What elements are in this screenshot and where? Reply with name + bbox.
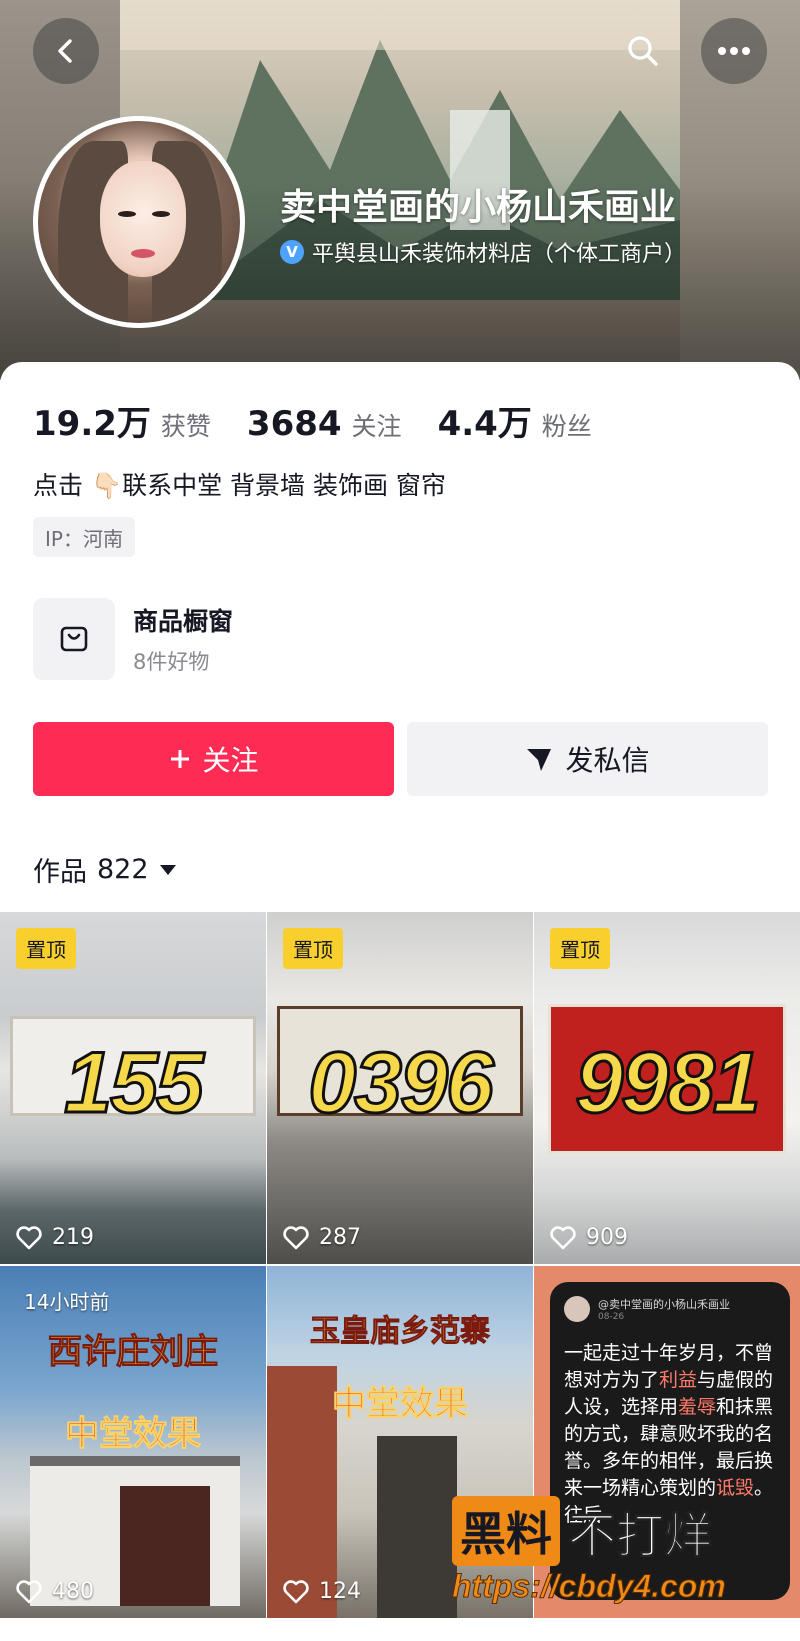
shop-title: 商品橱窗 bbox=[133, 607, 234, 636]
verified-row[interactable]: V 平舆县山禾装饰材料店（个体工商户） bbox=[280, 236, 686, 268]
tile-door bbox=[377, 1436, 457, 1618]
tile-likes: 909 bbox=[550, 1225, 628, 1250]
tile-likes: 287 bbox=[283, 1225, 361, 1250]
pinned-badge: 置顶 bbox=[283, 928, 343, 969]
more-dots-icon bbox=[718, 47, 750, 55]
heart-icon bbox=[550, 1225, 576, 1249]
likes-count-tile: 287 bbox=[319, 1225, 361, 1250]
likes-count-tile: 909 bbox=[586, 1225, 628, 1250]
tile-likes: 124 bbox=[283, 1579, 361, 1604]
video-tile[interactable]: 置顶 0396 287 bbox=[267, 912, 533, 1264]
note-meta: @卖中堂画的小杨山禾画业 08-26 bbox=[598, 1296, 730, 1322]
search-button[interactable] bbox=[610, 18, 676, 84]
tile-title-location: 西许庄刘庄 bbox=[48, 1332, 219, 1373]
profile-card: 19.2万 获赞 3684 关注 4.4万 粉丝 点击 👇🏻联系中堂 背景墙 装… bbox=[0, 362, 800, 922]
pinned-badge: 置顶 bbox=[16, 928, 76, 969]
video-tile[interactable]: 14小时前 西许庄刘庄 中堂效果 480 bbox=[0, 1266, 266, 1618]
video-tile[interactable]: 置顶 9981 909 bbox=[534, 912, 800, 1264]
note-author: @卖中堂画的小杨山禾画业 bbox=[598, 1298, 730, 1311]
tile-title-effect: 中堂效果 bbox=[332, 1384, 469, 1425]
caret-down-icon bbox=[159, 864, 176, 875]
verified-icon: V bbox=[280, 240, 304, 264]
note-date: 08-26 bbox=[598, 1312, 625, 1322]
avatar-eye-left bbox=[118, 211, 136, 217]
following-count[interactable]: 3684 bbox=[247, 404, 342, 444]
message-label: 发私信 bbox=[565, 744, 650, 777]
watermark-text: 不打烊 bbox=[567, 1508, 713, 1565]
tile-door bbox=[120, 1486, 210, 1606]
tile-likes: 219 bbox=[16, 1225, 94, 1250]
heart-icon bbox=[16, 1225, 42, 1249]
follow-label: 关注 bbox=[202, 744, 259, 777]
avatar-face bbox=[100, 161, 186, 277]
works-tab[interactable]: 作品 822 bbox=[33, 850, 177, 889]
video-tile[interactable]: 置顶 155 219 bbox=[0, 912, 266, 1264]
watermark-url: https://cbdy4.com bbox=[452, 1568, 727, 1605]
heart-icon bbox=[283, 1225, 309, 1249]
followers-count[interactable]: 4.4万 bbox=[438, 396, 532, 445]
plus-icon bbox=[171, 750, 190, 768]
ip-badge: IP：河南 bbox=[33, 517, 135, 557]
likes-count-tile: 219 bbox=[52, 1225, 94, 1250]
tile-likes: 480 bbox=[16, 1579, 94, 1604]
likes-count[interactable]: 19.2万 bbox=[33, 396, 151, 445]
note-head: @卖中堂画的小杨山禾画业 08-26 bbox=[564, 1296, 776, 1322]
bio-text: 点击 👇🏻联系中堂 背景墙 装饰画 窗帘 bbox=[33, 471, 446, 500]
overlay-digits: 9981 bbox=[574, 1034, 762, 1133]
likes-label[interactable]: 获赞 bbox=[161, 407, 211, 443]
follow-button[interactable]: 关注 bbox=[33, 722, 394, 796]
chevron-left-icon bbox=[58, 39, 72, 63]
avatar-lips bbox=[131, 249, 155, 258]
shop-window[interactable]: 商品橱窗 8件好物 bbox=[33, 598, 233, 680]
note-avatar bbox=[564, 1296, 590, 1322]
shop-text: 商品橱窗 8件好物 bbox=[133, 602, 233, 676]
profile-name: 卖中堂画的小杨山禾画业 bbox=[280, 187, 677, 228]
shop-subtitle: 8件好物 bbox=[133, 650, 210, 674]
avatar[interactable] bbox=[33, 116, 245, 328]
time-tag: 14小时前 bbox=[24, 1290, 110, 1314]
overlay-digits: 155 bbox=[63, 1034, 206, 1133]
heart-icon bbox=[16, 1579, 42, 1603]
stats-row: 19.2万 获赞 3684 关注 4.4万 粉丝 bbox=[33, 396, 628, 445]
overlay-digits: 0396 bbox=[307, 1034, 495, 1133]
pinned-badge: 置顶 bbox=[550, 928, 610, 969]
tile-title-location: 玉皇庙乡范寨 bbox=[310, 1314, 491, 1350]
followers-label[interactable]: 粉丝 bbox=[542, 407, 592, 443]
more-button[interactable] bbox=[701, 18, 767, 84]
watermark: 黑料 不打烊 bbox=[452, 1496, 713, 1566]
likes-count-tile: 124 bbox=[319, 1579, 361, 1604]
message-button[interactable]: 发私信 bbox=[407, 722, 768, 796]
verified-label: 平舆县山禾装饰材料店（个体工商户） bbox=[312, 242, 687, 267]
shopping-bag-icon bbox=[60, 626, 88, 652]
works-label: 作品 bbox=[33, 857, 87, 888]
watermark-box: 黑料 bbox=[452, 1496, 560, 1566]
send-icon bbox=[527, 749, 552, 771]
heart-icon bbox=[283, 1579, 309, 1603]
works-count: 822 bbox=[97, 854, 149, 885]
avatar-eye-right bbox=[152, 211, 170, 217]
tile-title-effect: 中堂效果 bbox=[65, 1414, 202, 1455]
search-icon bbox=[628, 36, 658, 66]
back-button[interactable] bbox=[33, 18, 99, 84]
following-label[interactable]: 关注 bbox=[352, 407, 402, 443]
likes-count-tile: 480 bbox=[52, 1579, 94, 1604]
shop-icon-box bbox=[33, 598, 115, 680]
